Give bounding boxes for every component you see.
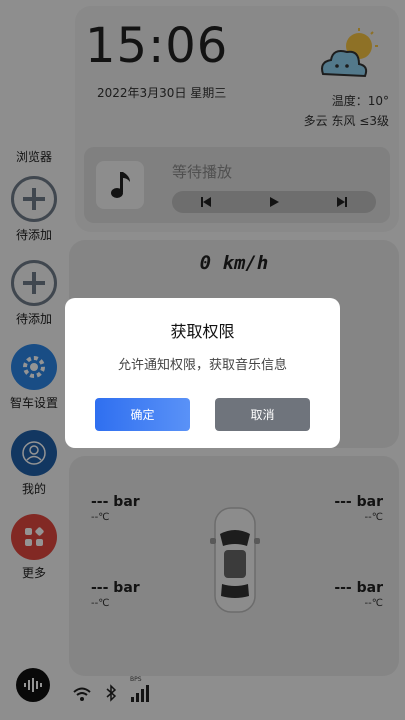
dialog-message: 允许通知权限，获取音乐信息 bbox=[117, 358, 287, 373]
permission-dialog: 获取权限 允许通知权限，获取音乐信息 确定 取消 bbox=[65, 298, 340, 448]
dialog-title: 获取权限 bbox=[170, 322, 235, 341]
cancel-button[interactable]: 取消 bbox=[215, 398, 310, 431]
confirm-button[interactable]: 确定 bbox=[95, 398, 190, 431]
